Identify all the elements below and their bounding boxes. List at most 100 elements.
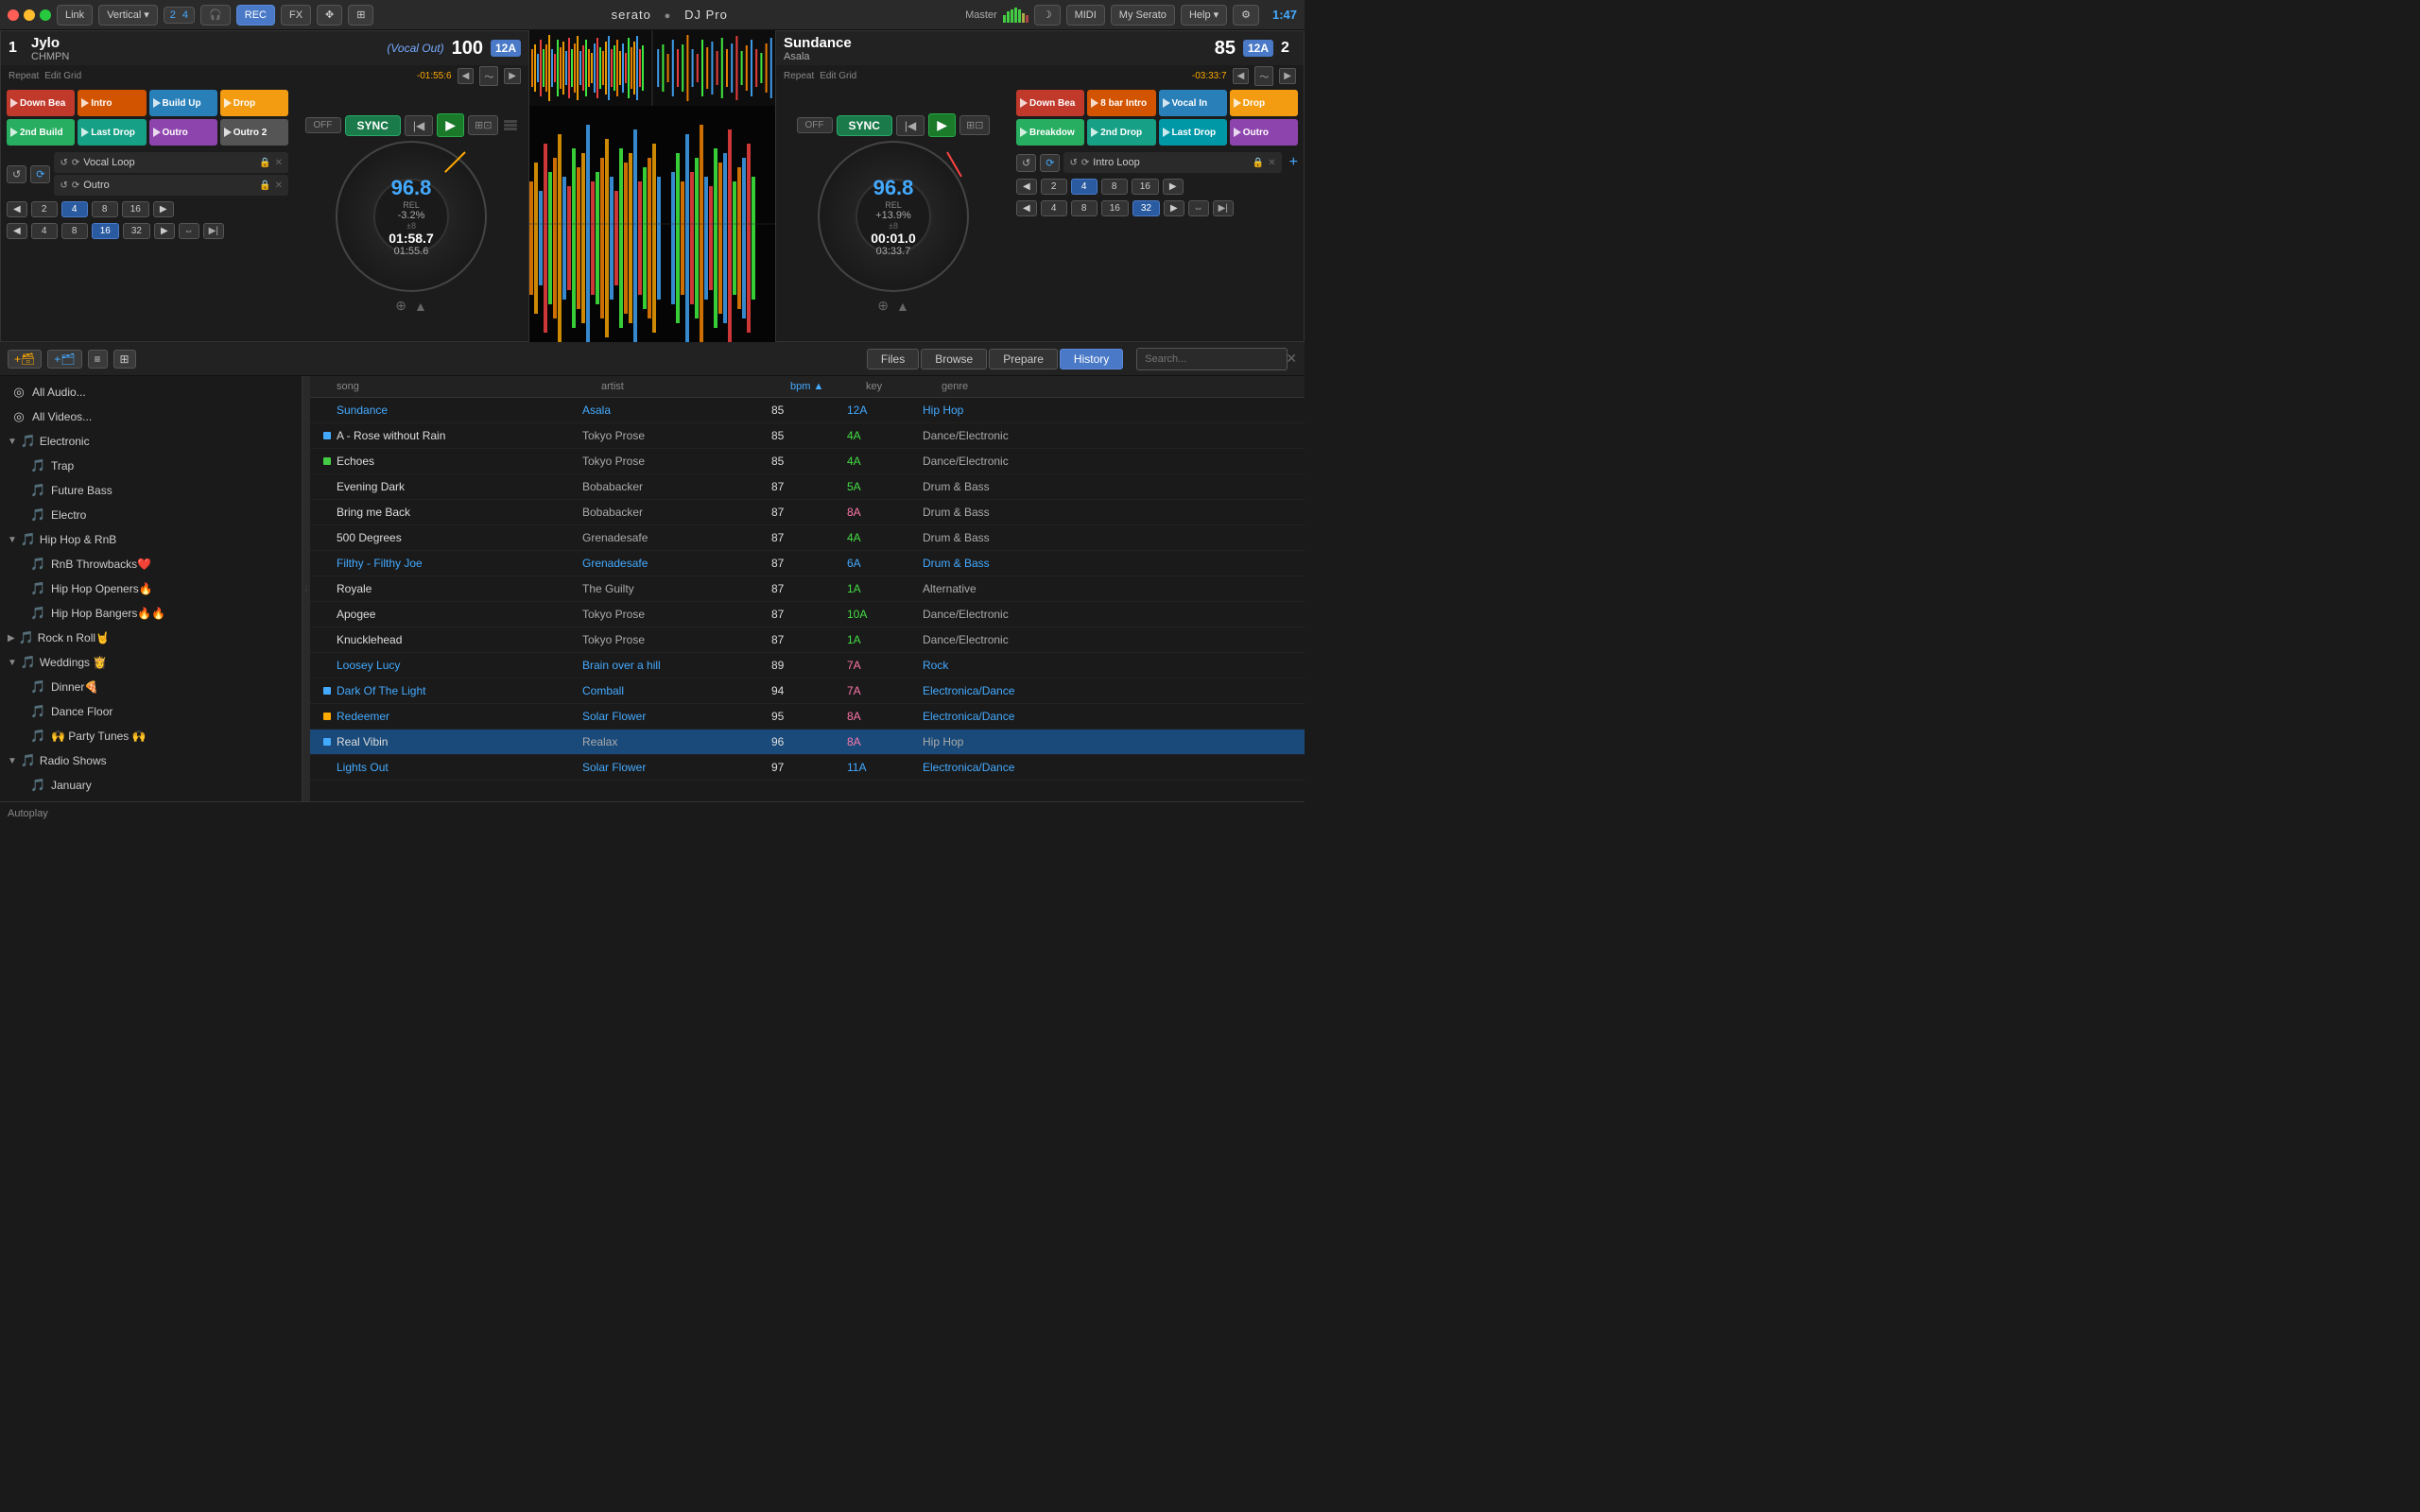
settings-button[interactable]: ⚙ [1233,5,1259,26]
fx-button[interactable]: FX [281,5,311,26]
deck-1-edit-grid[interactable]: Edit Grid [44,71,81,81]
deck-2-bj-16[interactable]: 16 [1132,179,1159,195]
deck-2-bj2-16[interactable]: 16 [1101,200,1129,216]
deck-2-off-btn[interactable]: OFF [797,117,833,133]
deck-2-repeat[interactable]: Repeat [784,71,814,81]
deck-1-cue-7[interactable]: Outro [149,119,217,146]
table-row[interactable]: SundanceAsala8512AHip Hop [310,398,1305,423]
deck-1-cue-8[interactable]: Outro 2 [220,119,288,146]
grid-button[interactable]: ⊞ [348,5,373,26]
sidebar-weddings[interactable]: ▼ 🎵 Weddings 👸 [0,650,302,675]
col-artist-header[interactable]: artist [601,381,790,392]
sidebar-item-dance-floor[interactable]: 🎵 Dance Floor [23,699,302,724]
deck-2-add-loop[interactable]: + [1289,154,1298,171]
sidebar-item-all-videos[interactable]: ◎ All Videos... [0,404,302,429]
deck-1-cue-4[interactable]: Drop [220,90,288,116]
table-row[interactable]: EchoesTokyo Prose854ADance/Electronic [310,449,1305,474]
deck-1-cue-2[interactable]: Intro [78,90,146,116]
deck-2-platter[interactable]: 96.8 REL +13.9% ±8 00:01.0 03:33.7 [818,141,969,292]
deck-2-bj-prev[interactable]: ◀ [1016,179,1037,195]
deck-1-cue-3[interactable]: Build Up [149,90,217,116]
deck-1-bj2-16[interactable]: 16 [92,223,119,239]
sidebar-item-all-audio[interactable]: ◎ All Audio... [0,380,302,404]
sidebar-electronic[interactable]: ▼ 🎵 Electronic [0,429,302,454]
table-row[interactable]: 500 DegreesGrenadesafe874ADrum & Bass [310,525,1305,551]
list-view-button[interactable]: ≡ [88,350,108,369]
deck-2-edit-grid[interactable]: Edit Grid [820,71,856,81]
table-row[interactable]: Dark Of The LightComball947AElectronica/… [310,679,1305,704]
add-folder-button[interactable]: +🗂 [47,350,81,369]
link-button[interactable]: Link [57,5,93,26]
deck-1-bj-next[interactable]: ▶ [153,201,174,217]
deck-2-up-icon[interactable]: ▲ [896,299,909,314]
deck-2-bj-4[interactable]: 4 [1071,179,1098,195]
deck-1-loop-2-close[interactable]: ✕ [275,180,283,191]
deck-selector[interactable]: 2 4 [164,7,195,24]
deck-1-sync-btn[interactable]: SYNC [345,115,401,136]
deck-2-cue-4[interactable]: Drop [1230,90,1298,116]
deck-1-bj-8[interactable]: 8 [92,201,118,217]
tab-history[interactable]: History [1060,349,1123,369]
sidebar-resize-handle[interactable]: ⋮ [302,376,310,801]
col-song-header[interactable]: song [337,381,601,392]
table-row[interactable]: Loosey LucyBrain over a hill897ARock [310,653,1305,679]
deck-1-bj-2[interactable]: 2 [31,201,58,217]
deck-2-sync-btn[interactable]: SYNC [837,115,892,136]
deck-2-loop-1[interactable]: ↺ ⟳ Intro Loop 🔒 ✕ [1063,152,1281,173]
deck-1-bj2-8[interactable]: 8 [61,223,88,239]
rec-button[interactable]: REC [236,5,275,26]
table-row[interactable]: Lights OutSolar Flower9711AElectronica/D… [310,755,1305,781]
deck-2-prev-btn[interactable]: ◀ [1233,68,1250,84]
autoplay-label[interactable]: Autoplay [8,808,48,819]
col-bpm-header[interactable]: bpm ▲ [790,381,866,392]
deck-2-bj2-prev[interactable]: ◀ [1016,200,1037,216]
deck-2-bj2-32[interactable]: 32 [1132,200,1160,216]
tab-browse[interactable]: Browse [921,349,987,369]
deck-2-return-btn[interactable]: |◀ [896,115,925,136]
myserato-button[interactable]: My Serato [1111,5,1175,26]
deck-1-vinyl-icon[interactable]: ⊕ [395,298,406,314]
col-key-header[interactable]: key [866,381,942,392]
deck-2-bj2-next[interactable]: ▶ [1164,200,1184,216]
deck-1-platter[interactable]: 96.8 REL -3.2% ±8 01:58.7 01:55.6 [336,141,487,292]
deck-2-bj2-4[interactable]: 4 [1041,200,1067,216]
deck-2-bj-next[interactable]: ▶ [1163,179,1184,195]
sidebar-item-electro[interactable]: 🎵 Electro [23,503,302,527]
add-crate-button[interactable]: +🗃 [8,350,42,369]
deck-1-repeat[interactable]: Repeat [9,71,39,81]
deck-1-up-icon[interactable]: ▲ [414,299,427,314]
deck-1-loop-sync[interactable]: ⟳ [30,165,50,183]
col-genre-header[interactable]: genre [942,381,1297,392]
deck-1-return-btn[interactable]: |◀ [405,115,433,136]
deck-1-bj-4[interactable]: 4 [61,201,88,217]
deck-1-cue-6[interactable]: Last Drop [78,119,146,146]
deck-2-loop-sync[interactable]: ⟳ [1040,154,1060,172]
deck-2-bj-8[interactable]: 8 [1101,179,1128,195]
search-clear-button[interactable]: ✕ [1286,351,1297,367]
table-row[interactable]: KnuckleheadTokyo Prose871ADance/Electron… [310,627,1305,653]
deck-2-cue-6[interactable]: 2nd Drop [1087,119,1155,146]
deck-2-cue-3[interactable]: Vocal In [1159,90,1227,116]
sidebar-item-hiphop-bangers[interactable]: 🎵 Hip Hop Bangers🔥🔥 [23,601,302,626]
table-row[interactable]: RoyaleThe Guilty871AAlternative [310,576,1305,602]
deck-1-bj2-4[interactable]: 4 [31,223,58,239]
moon-button[interactable]: ☽ [1034,5,1061,26]
sidebar-rocknroll[interactable]: ▶ 🎵 Rock n Roll🤘 [0,626,302,650]
table-row[interactable]: Filthy - Filthy JoeGrenadesafe876ADrum &… [310,551,1305,576]
deck-1-bj2-next[interactable]: ▶ [154,223,175,239]
deck-1-loop-repeat[interactable]: ↺ [7,165,26,183]
deck-2-next-btn[interactable]: ▶ [1279,68,1296,84]
deck-1-cue-1[interactable]: Down Bea [7,90,75,116]
search-input[interactable] [1136,348,1288,370]
sidebar-hiphop[interactable]: ▼ 🎵 Hip Hop & RnB [0,527,302,552]
help-button[interactable]: Help ▾ [1181,5,1227,26]
sidebar-item-trap[interactable]: 🎵 Trap [23,454,302,478]
deck-2-loop-1-close[interactable]: ✕ [1268,158,1275,168]
sidebar-item-party-tunes[interactable]: 🎵 🙌 Party Tunes 🙌 [23,724,302,748]
deck-1-play-btn[interactable]: ▶ [437,113,464,137]
deck-2-play-btn[interactable]: ▶ [928,113,956,137]
layout-button[interactable]: Vertical ▾ [98,5,158,26]
deck-1-bj2-32[interactable]: 32 [123,223,150,239]
deck-1-prev-btn[interactable]: ◀ [458,68,475,84]
deck-2-cue-7[interactable]: Last Drop [1159,119,1227,146]
